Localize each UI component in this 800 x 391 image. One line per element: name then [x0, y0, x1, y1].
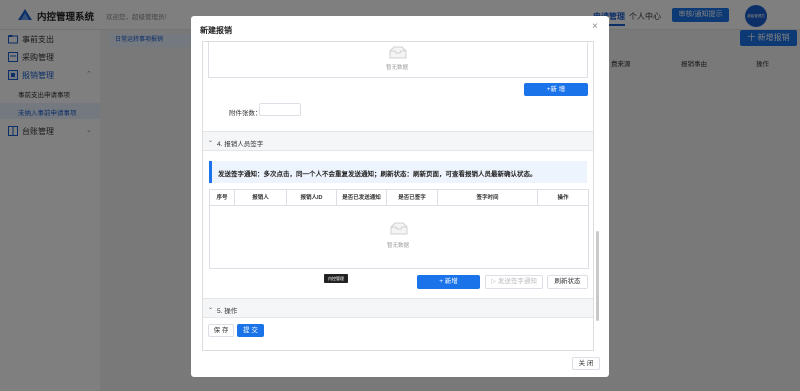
th-person-id: 报销人ID	[287, 190, 337, 206]
attachments-label: 附件张数：	[229, 110, 262, 117]
chevron-down-icon: ⌄	[208, 305, 214, 311]
section-5-header[interactable]: ⌄ 5. 操作	[203, 298, 593, 318]
new-reimbursement-dialog: 新建报销 × 暂无数据 +新 增 附件张数： ⌄ 4. 报销人员签字 发送签字通…	[191, 16, 609, 377]
section-4-title: 4. 报销人员签字	[217, 141, 264, 148]
add-signer-button[interactable]: + 新增	[417, 275, 480, 289]
section-5-title: 5. 操作	[217, 308, 238, 315]
th-index: 序号	[210, 190, 235, 206]
submit-button[interactable]: 提 交	[237, 324, 264, 337]
attachment-table: 暂无数据	[208, 42, 588, 78]
th-sign-time: 签字时间	[438, 190, 538, 206]
notice-text: 发送签字通知：多次点击，同一个人不会重复发送通知；刷新状态：刷新页面，可查看报销…	[218, 171, 537, 178]
empty-box-icon	[389, 46, 407, 59]
send-notice-label: 发送签字通知	[497, 278, 537, 285]
close-icon[interactable]: ×	[592, 21, 598, 32]
add-attachment-button[interactable]: +新 增	[524, 83, 588, 96]
th-signed: 是否已签字	[387, 190, 438, 206]
th-actions: 操作	[557, 195, 569, 201]
section-4-header[interactable]: ⌄ 4. 报销人员签字	[203, 131, 593, 151]
send-sign-notice-button: ▷ 发送签字通知	[485, 275, 543, 289]
attachments-count-input[interactable]	[259, 103, 301, 116]
dialog-title: 新建报销	[200, 26, 232, 35]
empty-text: 暂无数据	[386, 65, 409, 71]
scrollbar[interactable]	[596, 231, 599, 321]
chevron-down-icon: ⌄	[208, 138, 214, 144]
refresh-status-button[interactable]: 刷新状态	[547, 275, 588, 289]
empty-text: 暂无数据	[387, 243, 410, 249]
th-notified: 是否已发送通知	[337, 190, 387, 206]
empty-box-icon	[390, 222, 408, 235]
dialog-content[interactable]: 暂无数据 +新 增 附件张数： ⌄ 4. 报销人员签字 发送签字通知：多次点击，…	[202, 41, 594, 351]
send-icon: ▷	[491, 278, 498, 285]
signature-table-header: 序号 报销人 报销人ID 是否已发送通知 是否已签字 签字时间 操作	[210, 190, 588, 206]
save-button[interactable]: 保 存	[208, 324, 234, 337]
dialog-close-button[interactable]: 关 闭	[572, 357, 600, 370]
signature-table: 序号 报销人 报销人ID 是否已发送通知 是否已签字 签字时间 操作 暂无数据	[209, 189, 589, 269]
th-person: 报销人	[235, 190, 287, 206]
section-4-body: 发送签字通知：多次点击，同一个人不会重复发送通知；刷新状态：刷新页面，可查看报销…	[203, 151, 593, 301]
notice-banner: 发送签字通知：多次点击，同一个人不会重复发送通知；刷新状态：刷新页面，可查看报销…	[209, 161, 587, 183]
tooltip: 内控管理	[324, 274, 348, 283]
